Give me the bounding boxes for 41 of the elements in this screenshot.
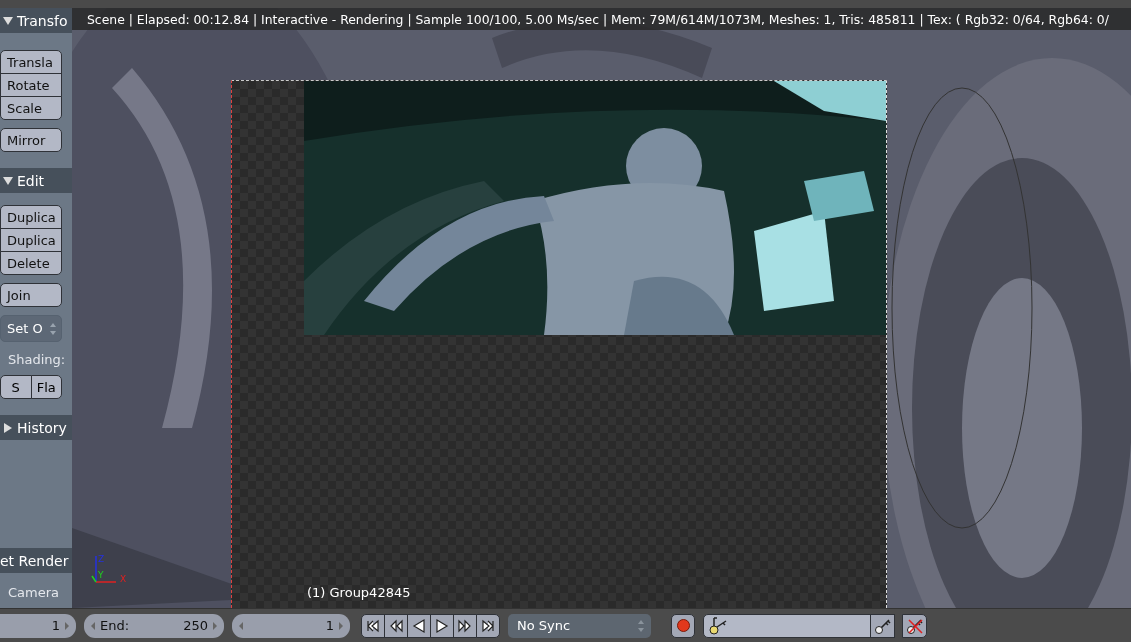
transport-button[interactable] bbox=[453, 613, 477, 638]
play-icon bbox=[434, 617, 450, 634]
dropdown[interactable]: Set O bbox=[0, 315, 62, 342]
keying-set-field[interactable] bbox=[703, 613, 871, 638]
panel-header[interactable]: Transfo bbox=[0, 8, 72, 33]
record-button[interactable] bbox=[671, 613, 695, 638]
expand-triangle-icon bbox=[3, 422, 13, 433]
fast-forward-icon bbox=[457, 617, 473, 634]
tool-button[interactable]: Delete bbox=[0, 251, 62, 275]
rewind-icon bbox=[388, 617, 404, 634]
jump-end-icon bbox=[480, 617, 496, 634]
record-icon bbox=[676, 619, 690, 632]
delete-keyframe-button[interactable] bbox=[902, 613, 927, 638]
collapse-triangle-icon bbox=[3, 175, 13, 186]
collapse-triangle-icon bbox=[3, 15, 13, 26]
panel-header[interactable]: et Render bbox=[0, 548, 72, 573]
tool-button[interactable]: Rotate bbox=[0, 73, 62, 97]
play-reverse-icon bbox=[411, 617, 427, 634]
transport-button[interactable] bbox=[407, 613, 431, 638]
sync-dropdown[interactable]: No Sync bbox=[508, 613, 651, 638]
key-icon bbox=[873, 616, 892, 635]
jump-start-icon bbox=[365, 617, 381, 634]
tool-button[interactable]: Duplica bbox=[0, 205, 62, 229]
transport-button[interactable] bbox=[430, 613, 454, 638]
tool-button[interactable]: Transla bbox=[0, 50, 62, 74]
shading-button[interactable]: S bbox=[0, 375, 32, 399]
tool-button[interactable]: Scale bbox=[0, 96, 62, 120]
transport-button[interactable] bbox=[361, 613, 385, 638]
transport-button[interactable] bbox=[476, 613, 500, 638]
start-frame-field[interactable]: 1 bbox=[0, 613, 76, 638]
transport-button[interactable] bbox=[384, 613, 408, 638]
panel-header[interactable]: History bbox=[0, 415, 72, 440]
tool-button[interactable]: Join bbox=[0, 283, 62, 307]
panel-header[interactable]: Edit bbox=[0, 168, 72, 193]
tool-button[interactable]: Mirror bbox=[0, 128, 62, 152]
shading-button[interactable]: Fla bbox=[30, 375, 62, 399]
insert-keyframe-button[interactable] bbox=[870, 613, 895, 638]
shelf-label: Camera bbox=[7, 585, 61, 602]
shelf-label: Shading: bbox=[7, 352, 67, 369]
tool-button[interactable]: Duplica bbox=[0, 228, 62, 252]
key-cross-icon bbox=[905, 616, 924, 635]
